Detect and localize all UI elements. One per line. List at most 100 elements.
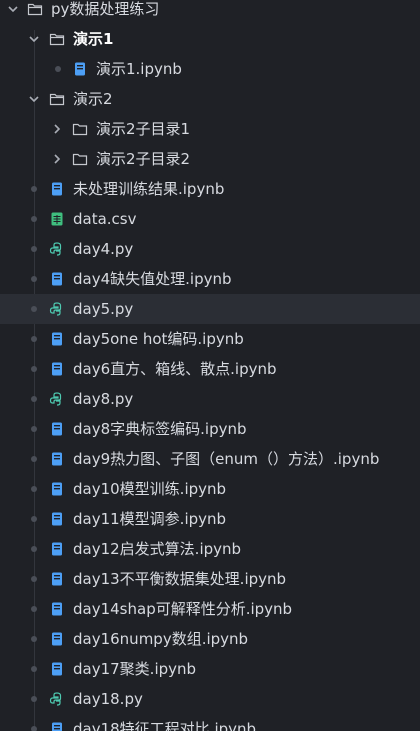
tree-item-label: day12启发式算法.ipynb — [73, 540, 242, 558]
notebook-file-icon — [49, 601, 65, 617]
tree-item[interactable]: day6直方、箱线、散点.ipynb — [0, 354, 420, 384]
tree-item[interactable]: 演示2子目录2 — [0, 144, 420, 174]
tree-item[interactable]: day12启发式算法.ipynb — [0, 534, 420, 564]
tree-item-label: day10模型训练.ipynb — [73, 480, 227, 498]
notebook-file-icon — [72, 61, 88, 77]
tree-item[interactable]: 演示2 — [0, 84, 420, 114]
tree-indent-dot — [31, 336, 37, 342]
folder-open-icon — [49, 31, 65, 47]
tree-indent-dot — [31, 636, 37, 642]
tree-item[interactable]: 演示2子目录1 — [0, 114, 420, 144]
notebook-file-icon — [49, 661, 65, 677]
csv-file-icon — [49, 211, 65, 227]
tree-item[interactable]: 演示1.ipynb — [0, 54, 420, 84]
tree-item[interactable]: day8.py — [0, 384, 420, 414]
tree-item-label: day18.py — [73, 690, 143, 708]
chevron-down-icon[interactable] — [6, 2, 20, 16]
tree-indent-dot — [31, 186, 37, 192]
python-file-icon — [49, 301, 65, 317]
notebook-file-icon — [49, 571, 65, 587]
tree-item-label: day18特征工程对比.ipynb — [73, 720, 257, 731]
tree-item-label: 未处理训练结果.ipynb — [73, 180, 225, 198]
python-file-icon — [49, 241, 65, 257]
tree-indent-dot — [31, 246, 37, 252]
notebook-file-icon — [49, 361, 65, 377]
folder-icon — [72, 151, 88, 167]
tree-item-label: day4缺失值处理.ipynb — [73, 270, 232, 288]
tree-indent-dot — [31, 726, 37, 731]
tree-item-label: day13不平衡数据集处理.ipynb — [73, 570, 287, 588]
chevron-down-icon[interactable] — [27, 32, 41, 46]
tree-item[interactable]: day18特征工程对比.ipynb — [0, 714, 420, 731]
tree-indent-dot — [31, 546, 37, 552]
tree-item[interactable]: day16numpy数组.ipynb — [0, 624, 420, 654]
tree-item-label: day11模型调参.ipynb — [73, 510, 227, 528]
tree-item-label: 演示2子目录1 — [96, 120, 191, 138]
folder-open-icon — [27, 1, 43, 17]
tree-item-label: day9热力图、子图（enum（）方法）.ipynb — [73, 450, 380, 468]
notebook-file-icon — [49, 451, 65, 467]
python-file-icon — [49, 691, 65, 707]
tree-indent-dot — [31, 696, 37, 702]
notebook-file-icon — [49, 181, 65, 197]
notebook-file-icon — [49, 331, 65, 347]
tree-item-label: day5one hot编码.ipynb — [73, 330, 244, 348]
tree-item-label: 演示2 — [73, 90, 113, 108]
tree-item-label: day14shap可解释性分析.ipynb — [73, 600, 293, 618]
tree-item[interactable]: day4.py — [0, 234, 420, 264]
tree-root-label: py数据处理练习 — [51, 0, 160, 18]
chevron-right-icon[interactable] — [50, 122, 64, 136]
tree-item-label: day6直方、箱线、散点.ipynb — [73, 360, 277, 378]
tree-item-label: day5.py — [73, 300, 134, 318]
tree-item-label: day4.py — [73, 240, 134, 258]
tree-item-label: day17聚类.ipynb — [73, 660, 197, 678]
notebook-file-icon — [49, 271, 65, 287]
tree-item-label: day8.py — [73, 390, 134, 408]
tree-item[interactable]: day14shap可解释性分析.ipynb — [0, 594, 420, 624]
tree-item[interactable]: day13不平衡数据集处理.ipynb — [0, 564, 420, 594]
tree-indent-dot — [31, 396, 37, 402]
tree-indent-dot — [31, 486, 37, 492]
tree-item[interactable]: day4缺失值处理.ipynb — [0, 264, 420, 294]
notebook-file-icon — [49, 541, 65, 557]
tree-item[interactable]: day10模型训练.ipynb — [0, 474, 420, 504]
folder-open-icon — [49, 91, 65, 107]
tree-item[interactable]: 演示1 — [0, 24, 420, 54]
tree-item[interactable]: data.csv — [0, 204, 420, 234]
python-file-icon — [49, 391, 65, 407]
notebook-file-icon — [49, 721, 65, 731]
tree-item[interactable]: day5one hot编码.ipynb — [0, 324, 420, 354]
tree-item-label: day8字典标签编码.ipynb — [73, 420, 247, 438]
tree-indent-dot — [31, 276, 37, 282]
notebook-file-icon — [49, 631, 65, 647]
tree-indent-dot — [31, 606, 37, 612]
folder-icon — [72, 121, 88, 137]
tree-root-folder[interactable]: py数据处理练习 — [0, 0, 420, 24]
tree-indent-dot — [31, 366, 37, 372]
tree-item[interactable]: day8字典标签编码.ipynb — [0, 414, 420, 444]
tree-item-label: day16numpy数组.ipynb — [73, 630, 249, 648]
notebook-file-icon — [49, 481, 65, 497]
tree-indent-dot — [31, 516, 37, 522]
tree-item[interactable]: day11模型调参.ipynb — [0, 504, 420, 534]
tree-item[interactable]: day18.py — [0, 684, 420, 714]
tree-item[interactable]: day9热力图、子图（enum（）方法）.ipynb — [0, 444, 420, 474]
tree-item-label: 演示1.ipynb — [96, 60, 182, 78]
tree-item[interactable]: day17聚类.ipynb — [0, 654, 420, 684]
tree-item-label: 演示2子目录2 — [96, 150, 191, 168]
tree-indent-dot — [31, 426, 37, 432]
notebook-file-icon — [49, 511, 65, 527]
file-tree: py数据处理练习 演示1 演示1.ipynb 演示2 演示2子目录1 演示2子目录2 未处… — [0, 0, 420, 731]
chevron-down-icon[interactable] — [27, 92, 41, 106]
tree-indent-dot — [31, 666, 37, 672]
notebook-file-icon — [49, 421, 65, 437]
tree-item-label: 演示1 — [73, 30, 114, 48]
chevron-right-icon[interactable] — [50, 152, 64, 166]
tree-indent-dot — [31, 456, 37, 462]
tree-indent-dot — [31, 306, 37, 312]
tree-item-label: data.csv — [73, 210, 137, 228]
tree-item[interactable]: day5.py — [0, 294, 420, 324]
tree-indent-dot — [55, 66, 61, 72]
tree-indent-dot — [31, 576, 37, 582]
tree-item[interactable]: 未处理训练结果.ipynb — [0, 174, 420, 204]
